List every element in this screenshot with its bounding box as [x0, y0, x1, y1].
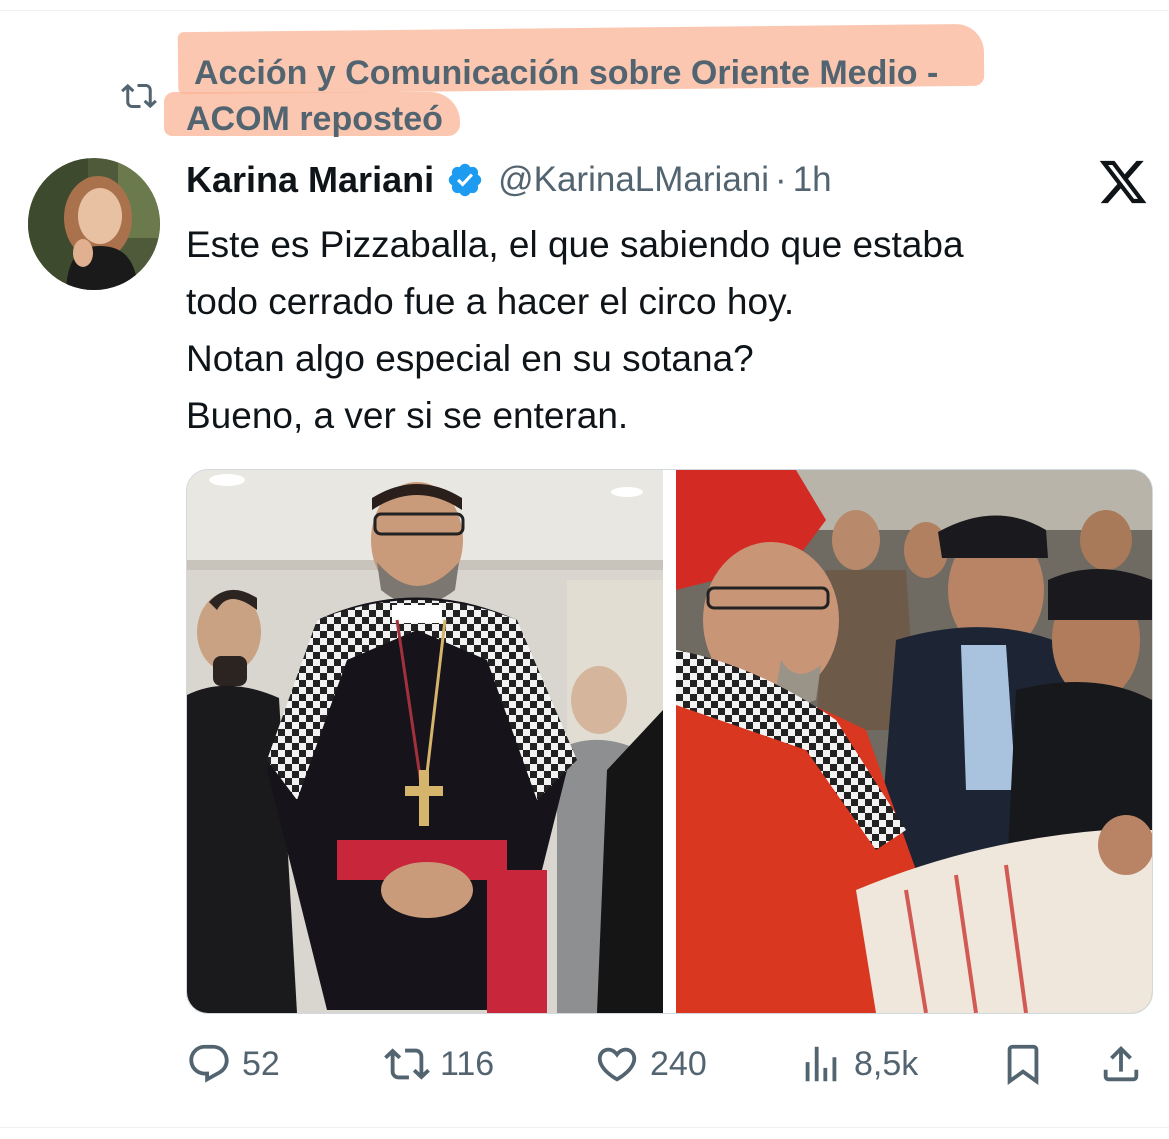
views-chart-icon	[805, 1046, 837, 1082]
view-count: 8,5k	[854, 1044, 919, 1083]
avatar[interactable]	[28, 158, 160, 290]
bottom-divider	[0, 1127, 1169, 1128]
top-divider	[0, 10, 1169, 11]
repost-label-line2: ACOM reposteó	[186, 100, 443, 138]
repost-label[interactable]: Acción y Comunicación sobre Oriente Medi…	[186, 50, 1066, 142]
tweet-line: Este es Pizzaballa, el que sabiendo que …	[186, 224, 964, 265]
tweet-line: Bueno, a ver si se enteran.	[186, 395, 629, 436]
author-name[interactable]: Karina Mariani	[186, 159, 434, 201]
photo-patriarch-keffiyeh[interactable]	[187, 470, 663, 1013]
repost-icon	[384, 1048, 430, 1080]
tweet-line: todo cerrado fue a hacer el circo hoy.	[186, 281, 795, 322]
avatar-photo	[28, 158, 160, 290]
author-handle[interactable]: @KarinaLMariani	[498, 160, 769, 200]
media-grid	[186, 469, 1153, 1014]
heart-icon	[597, 1047, 637, 1082]
timestamp[interactable]: 1h	[793, 160, 832, 200]
dot-separator: ·	[775, 160, 787, 199]
reply-count: 52	[242, 1044, 280, 1083]
repost-action[interactable]: 116	[384, 1036, 494, 1092]
reply-icon	[189, 1044, 229, 1083]
views-action[interactable]: 8,5k	[798, 1036, 918, 1092]
bookmark-icon	[1007, 1044, 1039, 1085]
x-logo-icon	[1099, 160, 1147, 204]
repost-icon	[121, 83, 157, 109]
bookmark-action[interactable]	[1000, 1036, 1056, 1092]
repost-count: 116	[440, 1044, 495, 1083]
like-count: 240	[650, 1044, 707, 1083]
tweet-line: Notan algo especial en su sotana?	[186, 338, 754, 379]
verified-badge-icon	[448, 163, 482, 197]
like-action[interactable]: 240	[594, 1036, 707, 1092]
photo-patriarch-crowd[interactable]	[676, 470, 1152, 1013]
share-icon	[1103, 1045, 1139, 1082]
tweet-text: Este es Pizzaballa, el que sabiendo que …	[186, 216, 1146, 444]
share-action[interactable]	[1098, 1036, 1154, 1092]
reply-action[interactable]: 52	[186, 1036, 280, 1092]
repost-label-line1: Acción y Comunicación sobre Oriente Medi…	[194, 54, 939, 92]
author-row: Karina Mariani @KarinaLMariani · 1h	[186, 156, 832, 204]
